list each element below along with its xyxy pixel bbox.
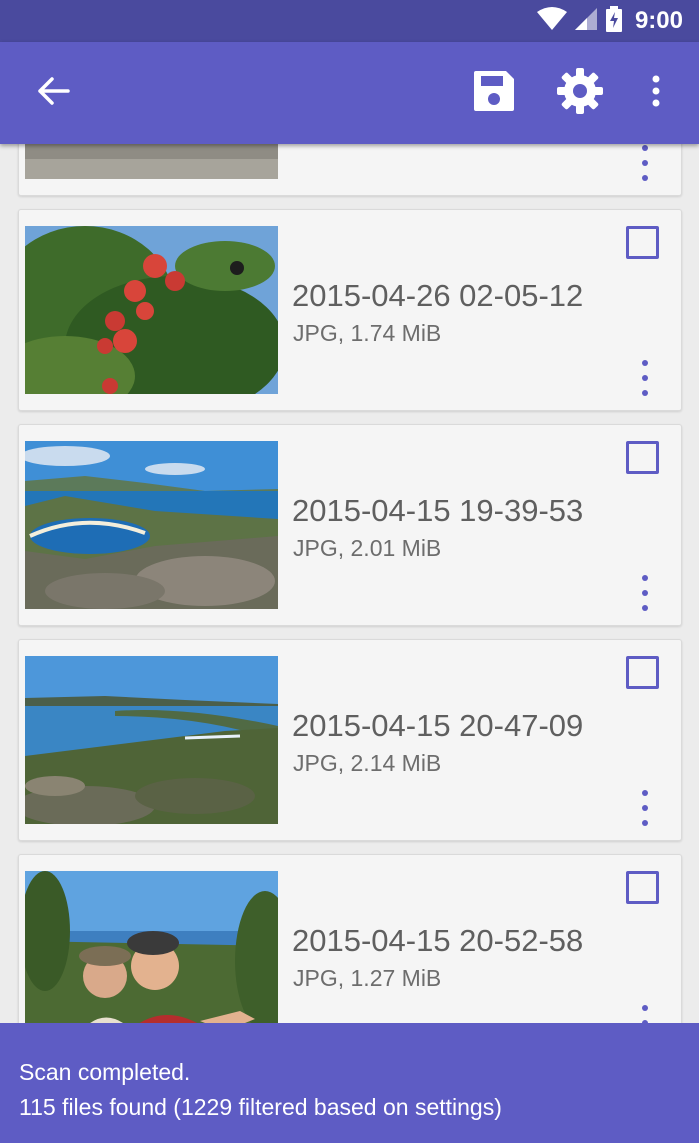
file-thumbnail[interactable] bbox=[25, 226, 278, 394]
scan-status-text: Scan completed. bbox=[19, 1059, 191, 1085]
file-thumbnail[interactable] bbox=[25, 656, 278, 824]
save-button[interactable] bbox=[466, 42, 522, 144]
back-button[interactable] bbox=[28, 42, 80, 144]
select-checkbox[interactable] bbox=[626, 656, 659, 689]
file-meta: JPG, 1.27 MiB bbox=[293, 965, 442, 991]
file-date: 2015-04-26 02-05-12 bbox=[292, 278, 584, 313]
select-checkbox[interactable] bbox=[626, 226, 659, 259]
file-card[interactable]: 2015-04-15 19-39-53 JPG, 2.01 MiB bbox=[18, 424, 682, 626]
gear-icon bbox=[556, 67, 604, 120]
select-checkbox[interactable] bbox=[626, 441, 659, 474]
arrow-back-icon bbox=[38, 76, 70, 110]
save-icon bbox=[471, 68, 517, 119]
cell-signal-icon bbox=[573, 7, 599, 36]
more-vert-icon bbox=[651, 75, 661, 112]
file-meta: JPG, 1.74 MiB bbox=[293, 320, 442, 346]
status-bar: 9:00 bbox=[0, 0, 699, 42]
file-date: 2015-04-15 20-52-58 bbox=[292, 923, 584, 958]
file-card[interactable]: 2015-04-15 20-47-09 JPG, 2.14 MiB bbox=[18, 639, 682, 841]
settings-button[interactable] bbox=[552, 42, 608, 144]
file-date: 2015-04-15 19-39-53 bbox=[292, 493, 584, 528]
file-thumbnail[interactable] bbox=[25, 441, 278, 609]
file-thumbnail[interactable] bbox=[25, 871, 278, 1023]
more-options-button[interactable] bbox=[633, 575, 657, 611]
more-options-button[interactable] bbox=[633, 1005, 657, 1023]
more-options-button[interactable] bbox=[633, 145, 657, 181]
file-date: 2015-04-15 20-47-09 bbox=[292, 708, 584, 743]
file-meta: JPG, 2.14 MiB bbox=[293, 750, 442, 776]
wifi-icon bbox=[536, 6, 567, 36]
file-card[interactable]: 2015-04-26 02-05-12 JPG, 1.74 MiB bbox=[18, 209, 682, 411]
scan-results-summary: 115 files found (1229 filtered based on … bbox=[19, 1094, 502, 1120]
select-checkbox[interactable] bbox=[626, 871, 659, 904]
overflow-menu-button[interactable] bbox=[636, 42, 676, 144]
battery-charging-icon bbox=[605, 5, 623, 37]
file-meta: JPG, 2.01 MiB bbox=[293, 535, 442, 561]
file-card[interactable]: 2015-04-15 20-52-58 JPG, 1.27 MiB bbox=[18, 854, 682, 1023]
file-card[interactable] bbox=[18, 144, 682, 196]
app-bar bbox=[0, 42, 699, 144]
more-options-button[interactable] bbox=[633, 790, 657, 826]
scan-status-panel: Scan completed. 115 files found (1229 fi… bbox=[0, 1023, 699, 1143]
file-list[interactable]: 2015-04-26 02-05-12 JPG, 1.74 MiB 2015-0… bbox=[0, 144, 699, 1023]
file-thumbnail[interactable] bbox=[25, 144, 278, 179]
status-icons: 9:00 bbox=[536, 0, 683, 42]
more-options-button[interactable] bbox=[633, 360, 657, 396]
status-time: 9:00 bbox=[634, 7, 683, 34]
